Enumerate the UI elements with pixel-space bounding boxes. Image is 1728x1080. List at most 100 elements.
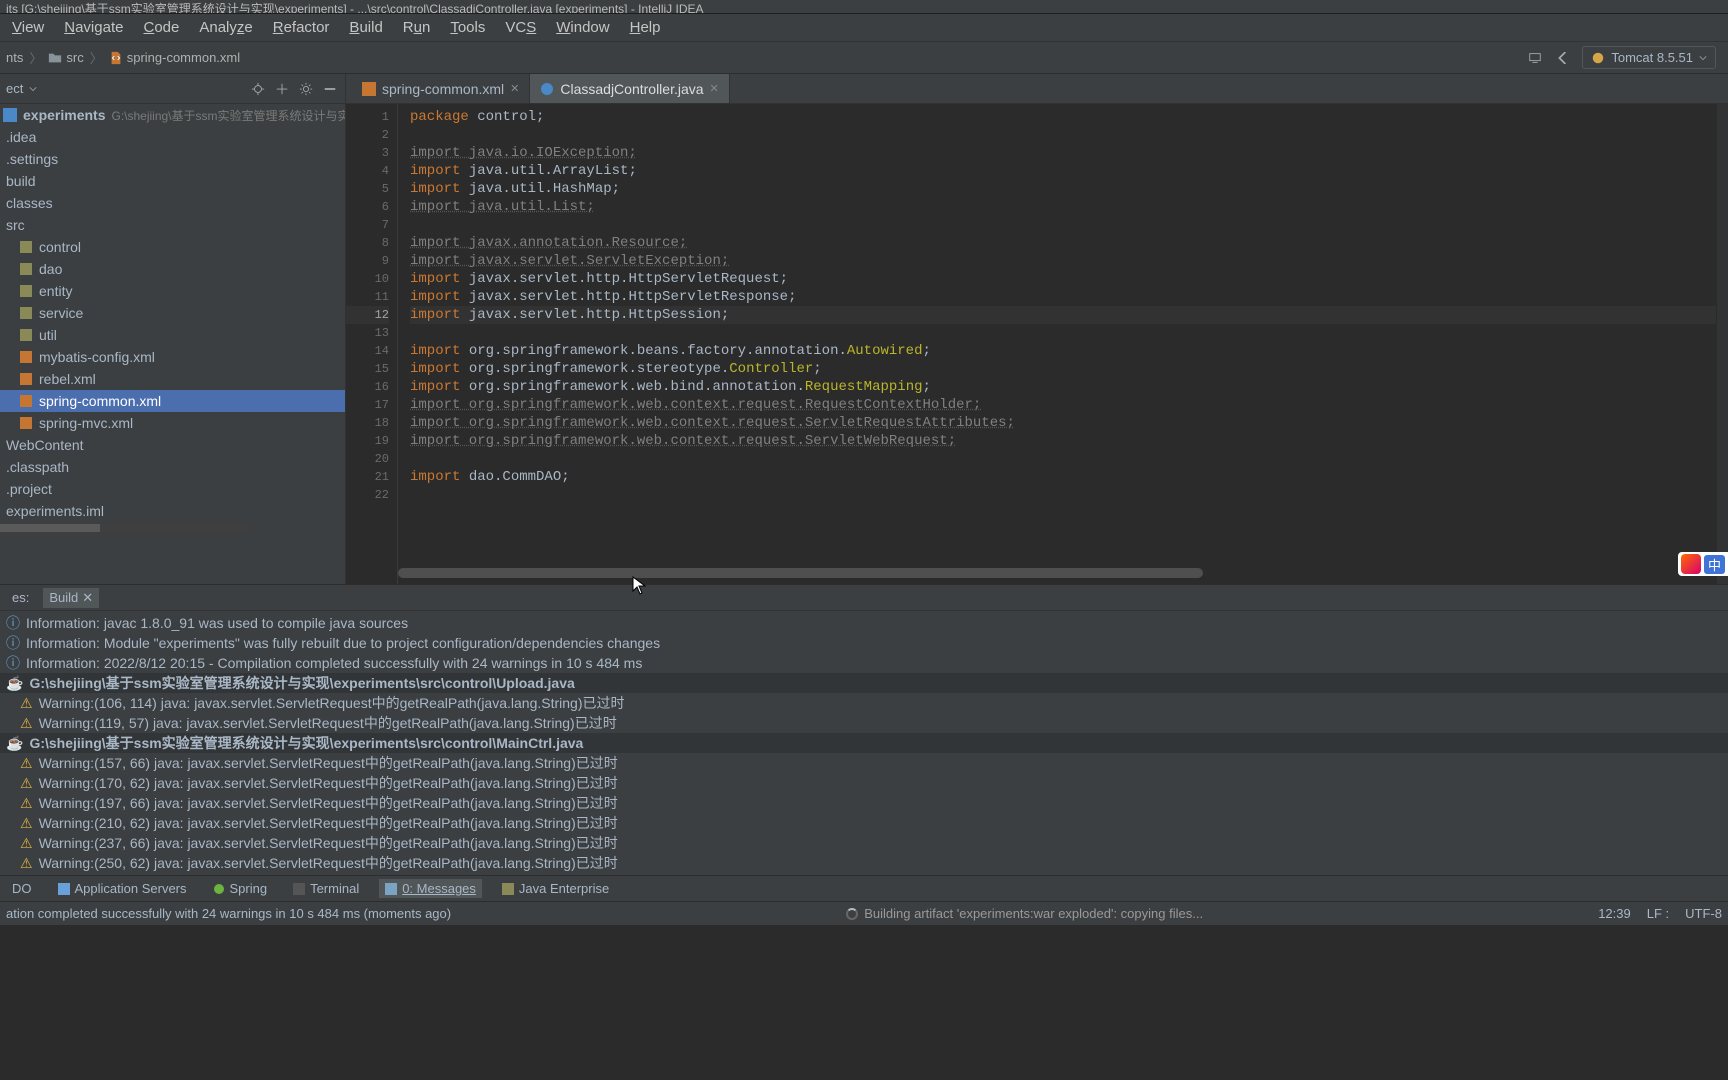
tree-item-src[interactable]: src: [0, 214, 345, 236]
sogou-ime-widget[interactable]: 中: [1678, 552, 1728, 576]
message-file-header[interactable]: ☕G:\shejiing\基于ssm实验室管理系统设计与实现\experimen…: [0, 673, 1728, 693]
menu-view[interactable]: View: [4, 17, 52, 38]
status-progress[interactable]: Building artifact 'experiments:war explo…: [846, 906, 1203, 921]
close-icon[interactable]: ✕: [710, 82, 719, 95]
messages-list[interactable]: ⓘInformation: javac 1.8.0_91 was used to…: [0, 611, 1728, 875]
package-icon: [18, 239, 34, 255]
menu-tools[interactable]: Tools: [442, 17, 493, 38]
tree-item-webcontent[interactable]: WebContent: [0, 434, 345, 456]
breadcrumb-item[interactable]: nts: [6, 50, 23, 65]
menu-code[interactable]: Code: [135, 17, 187, 38]
breadcrumb-item[interactable]: src: [48, 50, 83, 65]
message-warning[interactable]: ⚠Warning:(157, 66) java: javax.servlet.S…: [0, 753, 1728, 773]
editor-tab-active[interactable]: ClassadjController.java ✕: [530, 74, 729, 103]
messages-tool-window: es: Build ✕ ⓘInformation: javac 1.8.0_91…: [0, 584, 1728, 875]
warning-icon: ⚠: [20, 795, 33, 812]
tw-terminal[interactable]: Terminal: [287, 879, 365, 898]
editor-tabs: spring-common.xml ✕ ClassadjController.j…: [346, 74, 1728, 104]
breadcrumb-item[interactable]: spring-common.xml: [109, 50, 240, 65]
warning-icon: ⚠: [20, 755, 33, 772]
tree-item-build[interactable]: build: [0, 170, 345, 192]
tree-item-settings[interactable]: .settings: [0, 148, 345, 170]
menu-help[interactable]: Help: [622, 17, 669, 38]
tree-item-iml[interactable]: experiments.iml: [0, 500, 345, 522]
monitor-icon[interactable]: [1526, 49, 1544, 67]
message-file-header[interactable]: ☕G:\shejiing\基于ssm实验室管理系统设计与实现\experimen…: [0, 733, 1728, 753]
editor-tab[interactable]: spring-common.xml ✕: [352, 74, 530, 103]
tw-app-servers[interactable]: Application Servers: [52, 879, 193, 898]
hide-icon[interactable]: [321, 80, 339, 98]
menu-refactor[interactable]: Refactor: [265, 17, 338, 38]
spinner-icon: [846, 908, 858, 920]
xml-file-icon: [362, 82, 376, 96]
tw-spring[interactable]: Spring: [207, 879, 274, 898]
tree-item-project[interactable]: .project: [0, 478, 345, 500]
message-info[interactable]: ⓘInformation: 2022/8/12 20:15 - Compilat…: [0, 653, 1728, 673]
collapse-icon[interactable]: [273, 80, 291, 98]
close-icon[interactable]: ✕: [82, 590, 93, 606]
tree-item-spring-mvc[interactable]: spring-mvc.xml: [0, 412, 345, 434]
tree-item-control[interactable]: control: [0, 236, 345, 258]
code-area[interactable]: package control; import java.io.IOExcept…: [398, 104, 1716, 584]
project-tree[interactable]: experiments G:\shejiing\基于ssm实验室管理系统设计与实…: [0, 104, 345, 584]
tree-item-dao[interactable]: dao: [0, 258, 345, 280]
tree-subpath: G:\shejiing\基于ssm实验室管理系统设计与实现\: [111, 107, 345, 124]
menu-vcs[interactable]: VCS: [497, 17, 544, 38]
project-view-label[interactable]: ect: [6, 81, 23, 96]
tree-item-idea[interactable]: .idea: [0, 126, 345, 148]
module-icon: [2, 107, 18, 123]
status-line-sep[interactable]: LF :: [1647, 906, 1669, 921]
window-titlebar: its [G:\shejiing\基于ssm实验室管理系统设计与实现\exper…: [0, 0, 1728, 14]
message-warning[interactable]: ⚠Warning:(197, 66) java: javax.servlet.S…: [0, 793, 1728, 813]
editor-body[interactable]: 12345678910111213141516171819202122 pack…: [346, 104, 1728, 584]
project-tool-window: ect experiments G:\shejiing\基于ssm实验室管理系统…: [0, 74, 346, 584]
tree-item-spring-common[interactable]: spring-common.xml: [0, 390, 345, 412]
breadcrumb: nts 〉 src 〉 spring-common.xml: [6, 48, 1526, 67]
message-warning[interactable]: ⚠Warning:(237, 66) java: javax.servlet.S…: [0, 833, 1728, 853]
editor-overview-ruler[interactable]: [1716, 104, 1728, 584]
back-icon[interactable]: [1554, 49, 1572, 67]
editor-hscrollbar[interactable]: [398, 568, 1676, 578]
breadcrumb-sep-icon: 〉: [29, 48, 42, 67]
project-hscrollbar[interactable]: [0, 524, 250, 532]
menu-run[interactable]: Run: [395, 17, 439, 38]
menu-analyze[interactable]: Analyze: [191, 17, 260, 38]
status-bar: ation completed successfully with 24 war…: [0, 901, 1728, 925]
menu-navigate[interactable]: Navigate: [56, 17, 131, 38]
menu-window[interactable]: Window: [548, 17, 617, 38]
chevron-down-icon[interactable]: [29, 85, 37, 93]
messages-icon: [385, 883, 397, 895]
status-caret-pos[interactable]: 12:39: [1598, 906, 1631, 921]
tree-item-mybatis[interactable]: mybatis-config.xml: [0, 346, 345, 368]
message-warning[interactable]: ⚠Warning:(170, 62) java: javax.servlet.S…: [0, 773, 1728, 793]
tree-item-entity[interactable]: entity: [0, 280, 345, 302]
message-warning[interactable]: ⚠Warning:(119, 57) java: javax.servlet.S…: [0, 713, 1728, 733]
message-info[interactable]: ⓘInformation: Module "experiments" was f…: [0, 633, 1728, 653]
message-warning[interactable]: ⚠Warning:(210, 62) java: javax.servlet.S…: [0, 813, 1728, 833]
run-config-selector[interactable]: Tomcat 8.5.51: [1582, 46, 1716, 69]
message-warning[interactable]: ⚠Warning:(250, 62) java: javax.servlet.S…: [0, 853, 1728, 873]
tree-item-service[interactable]: service: [0, 302, 345, 324]
tw-java-ee[interactable]: Java Enterprise: [496, 879, 615, 898]
status-encoding[interactable]: UTF-8: [1685, 906, 1722, 921]
close-icon[interactable]: ✕: [510, 82, 519, 95]
gear-icon[interactable]: [297, 80, 315, 98]
messages-tab[interactable]: es:: [6, 588, 35, 607]
locate-icon[interactable]: [249, 80, 267, 98]
package-icon: [18, 283, 34, 299]
tree-item-rebel[interactable]: rebel.xml: [0, 368, 345, 390]
ime-lang-badge[interactable]: 中: [1704, 555, 1725, 574]
tree-item-util[interactable]: util: [0, 324, 345, 346]
message-info[interactable]: ⓘInformation: javac 1.8.0_91 was used to…: [0, 613, 1728, 633]
tree-root[interactable]: experiments G:\shejiing\基于ssm实验室管理系统设计与实…: [0, 104, 345, 126]
tree-item-classpath[interactable]: .classpath: [0, 456, 345, 478]
menu-build[interactable]: Build: [341, 17, 390, 38]
navigation-bar: nts 〉 src 〉 spring-common.xml Tomcat 8.5…: [0, 42, 1728, 74]
message-warning[interactable]: ⚠Warning:(106, 114) java: javax.servlet.…: [0, 693, 1728, 713]
messages-tab-build[interactable]: Build ✕: [43, 588, 99, 608]
tree-label: experiments: [23, 107, 105, 123]
tree-item-classes[interactable]: classes: [0, 192, 345, 214]
tw-messages[interactable]: 0: Messages: [379, 879, 482, 898]
tw-todo[interactable]: DO: [6, 879, 38, 898]
messages-tabs: es: Build ✕: [0, 585, 1728, 611]
